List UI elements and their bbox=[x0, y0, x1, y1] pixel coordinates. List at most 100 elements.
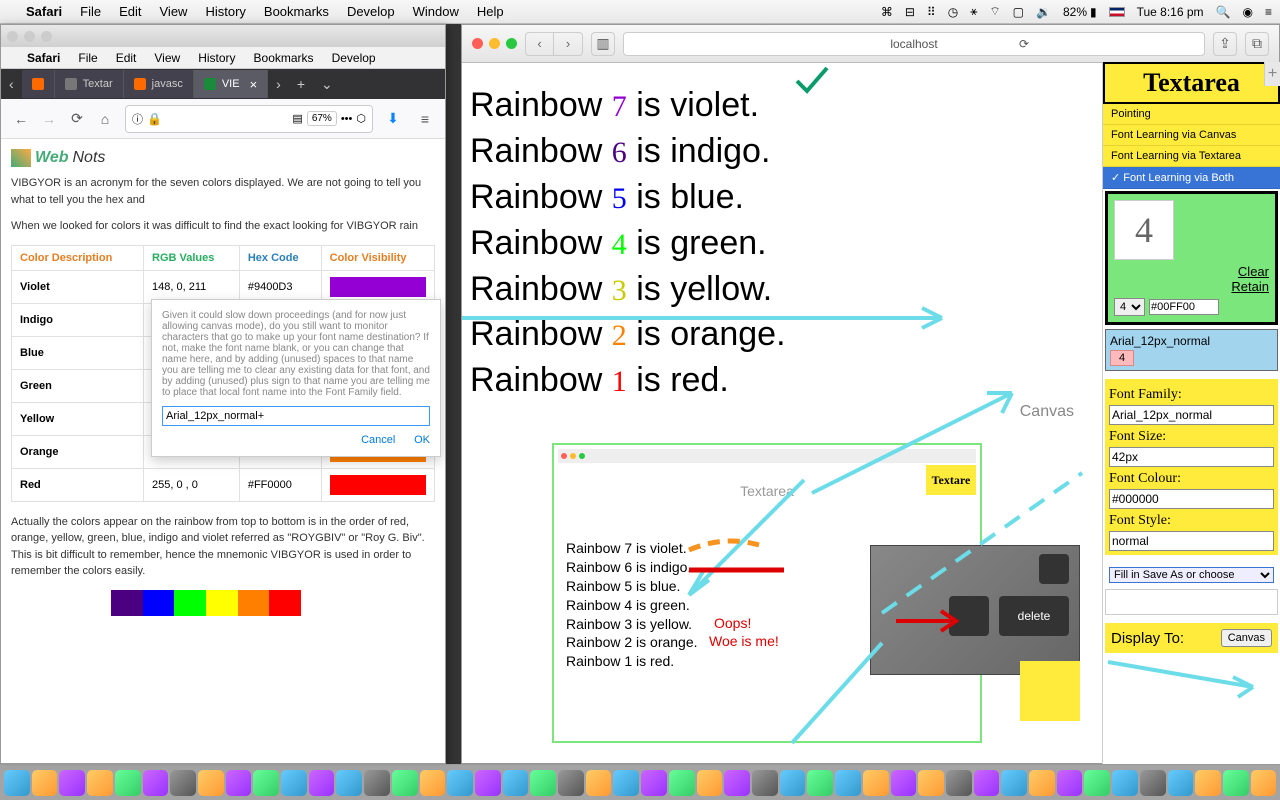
menu-bookmarks[interactable]: Bookmarks bbox=[264, 4, 329, 19]
dock-app-icon[interactable] bbox=[807, 770, 833, 796]
zoom-level[interactable]: 67% bbox=[307, 111, 337, 126]
dock-app-icon[interactable] bbox=[641, 770, 667, 796]
ff-menu[interactable]: Bookmarks bbox=[254, 51, 314, 65]
font-style-input[interactable] bbox=[1109, 531, 1274, 551]
dock-app-icon[interactable] bbox=[1195, 770, 1221, 796]
dock-app-icon[interactable] bbox=[198, 770, 224, 796]
dock-app-icon[interactable] bbox=[32, 770, 58, 796]
dock-app-icon[interactable] bbox=[918, 770, 944, 796]
dock-app-icon[interactable] bbox=[392, 770, 418, 796]
menu-edit[interactable]: Edit bbox=[119, 4, 141, 19]
dock-app-icon[interactable] bbox=[1112, 770, 1138, 796]
wifi-icon[interactable]: ⌔ bbox=[989, 4, 1000, 19]
clear-link[interactable]: Clear bbox=[1114, 264, 1269, 279]
dock-app-icon[interactable] bbox=[281, 770, 307, 796]
menu-window[interactable]: Window bbox=[413, 4, 459, 19]
nav-buttons[interactable]: ‹› bbox=[525, 32, 583, 56]
dock-app-icon[interactable] bbox=[1223, 770, 1249, 796]
dock-app-icon[interactable] bbox=[475, 770, 501, 796]
dock-app-icon[interactable] bbox=[309, 770, 335, 796]
volume-icon[interactable]: 🔉 bbox=[1036, 5, 1051, 19]
dock-app-icon[interactable] bbox=[697, 770, 723, 796]
dock-app-icon[interactable] bbox=[4, 770, 30, 796]
dock-app-icon[interactable] bbox=[59, 770, 85, 796]
url-field[interactable]: ⓘ 🔒 ▤ 67% ••• ⬡ bbox=[125, 105, 373, 133]
dock-app-icon[interactable] bbox=[1251, 770, 1277, 796]
ff-app-name[interactable]: Safari bbox=[27, 51, 60, 65]
siri-icon[interactable]: ◉ bbox=[1243, 5, 1253, 19]
dock-app-icon[interactable] bbox=[780, 770, 806, 796]
dock-app-icon[interactable] bbox=[253, 770, 279, 796]
dock-app-icon[interactable] bbox=[724, 770, 750, 796]
dock-app-icon[interactable] bbox=[752, 770, 778, 796]
menu-develop[interactable]: Develop bbox=[347, 4, 395, 19]
status-icon[interactable]: ⊟ bbox=[905, 5, 915, 19]
dock-app-icon[interactable] bbox=[447, 770, 473, 796]
status-icon[interactable]: ⠿ bbox=[927, 5, 936, 19]
save-select[interactable]: Fill in Save As or choose bbox=[1109, 567, 1274, 583]
font-colour-input[interactable] bbox=[1109, 489, 1274, 509]
flag-icon[interactable] bbox=[1109, 7, 1125, 17]
ff-menu[interactable]: Develop bbox=[332, 51, 376, 65]
pocket-icon[interactable]: ⬡ bbox=[356, 112, 366, 125]
dock-app-icon[interactable] bbox=[974, 770, 1000, 796]
mode-menu-item[interactable]: Font Learning via Both bbox=[1103, 167, 1280, 189]
dock-app-icon[interactable] bbox=[1084, 770, 1110, 796]
dock-app-icon[interactable] bbox=[1029, 770, 1055, 796]
dock-app-icon[interactable] bbox=[558, 770, 584, 796]
tab[interactable]: Textar bbox=[55, 70, 124, 98]
forward-icon[interactable]: → bbox=[37, 107, 61, 131]
char-select[interactable]: 4 bbox=[1114, 298, 1145, 316]
tab-dropdown-icon[interactable]: ⌄ bbox=[313, 76, 341, 93]
back-icon[interactable]: ← bbox=[9, 107, 33, 131]
dock-app-icon[interactable] bbox=[503, 770, 529, 796]
tab[interactable] bbox=[22, 70, 55, 98]
menu-file[interactable]: File bbox=[80, 4, 101, 19]
dock-app-icon[interactable] bbox=[1168, 770, 1194, 796]
app-name[interactable]: Safari bbox=[26, 4, 62, 19]
dock-app-icon[interactable] bbox=[863, 770, 889, 796]
traffic-lights[interactable] bbox=[472, 38, 517, 49]
menu-view[interactable]: View bbox=[160, 4, 188, 19]
dialog-input[interactable] bbox=[162, 406, 430, 426]
mode-menu-item[interactable]: Font Learning via Textarea bbox=[1103, 146, 1280, 167]
download-icon[interactable]: ⬇ bbox=[381, 107, 405, 131]
dock-app-icon[interactable] bbox=[1140, 770, 1166, 796]
dock-app-icon[interactable] bbox=[613, 770, 639, 796]
dock-app-icon[interactable] bbox=[143, 770, 169, 796]
notifications-icon[interactable]: ≡ bbox=[1265, 5, 1272, 19]
menu-history[interactable]: History bbox=[205, 4, 245, 19]
tab-scroll-left-icon[interactable]: ‹ bbox=[1, 76, 22, 92]
dock-app-icon[interactable] bbox=[946, 770, 972, 796]
dock-app-icon[interactable] bbox=[669, 770, 695, 796]
url-field[interactable]: localhost⟳ bbox=[623, 32, 1205, 56]
mode-menu-item[interactable]: Pointing bbox=[1103, 104, 1280, 125]
ok-button[interactable]: OK bbox=[414, 434, 430, 446]
traffic-lights[interactable] bbox=[7, 31, 52, 42]
dock-app-icon[interactable] bbox=[530, 770, 556, 796]
dock-app-icon[interactable] bbox=[115, 770, 141, 796]
menu-help[interactable]: Help bbox=[477, 4, 504, 19]
dock-app-icon[interactable] bbox=[87, 770, 113, 796]
ff-menu[interactable]: History bbox=[198, 51, 235, 65]
dock-app-icon[interactable] bbox=[586, 770, 612, 796]
status-icon[interactable]: ⌘ bbox=[881, 5, 893, 19]
dock-app-icon[interactable] bbox=[170, 770, 196, 796]
tab-active[interactable]: VIE× bbox=[194, 70, 268, 98]
dock-app-icon[interactable] bbox=[835, 770, 861, 796]
ff-menu[interactable]: File bbox=[78, 51, 97, 65]
dock-app-icon[interactable] bbox=[226, 770, 252, 796]
color-input[interactable] bbox=[1149, 299, 1219, 315]
tab[interactable]: javasc bbox=[124, 70, 194, 98]
clock-icon[interactable]: ◷ bbox=[948, 5, 958, 19]
more-icon[interactable]: ••• bbox=[341, 113, 353, 125]
home-icon[interactable]: ⌂ bbox=[93, 107, 117, 131]
dock-app-icon[interactable] bbox=[1001, 770, 1027, 796]
dock-app-icon[interactable] bbox=[336, 770, 362, 796]
dock[interactable] bbox=[0, 764, 1280, 800]
display-icon[interactable]: ▢ bbox=[1013, 5, 1024, 19]
clock-text[interactable]: Tue 8:16 pm bbox=[1137, 5, 1204, 19]
new-tab-icon[interactable]: + bbox=[289, 76, 313, 92]
share-icon[interactable]: ⇪ bbox=[1213, 32, 1237, 56]
mode-menu-item[interactable]: Font Learning via Canvas bbox=[1103, 125, 1280, 146]
